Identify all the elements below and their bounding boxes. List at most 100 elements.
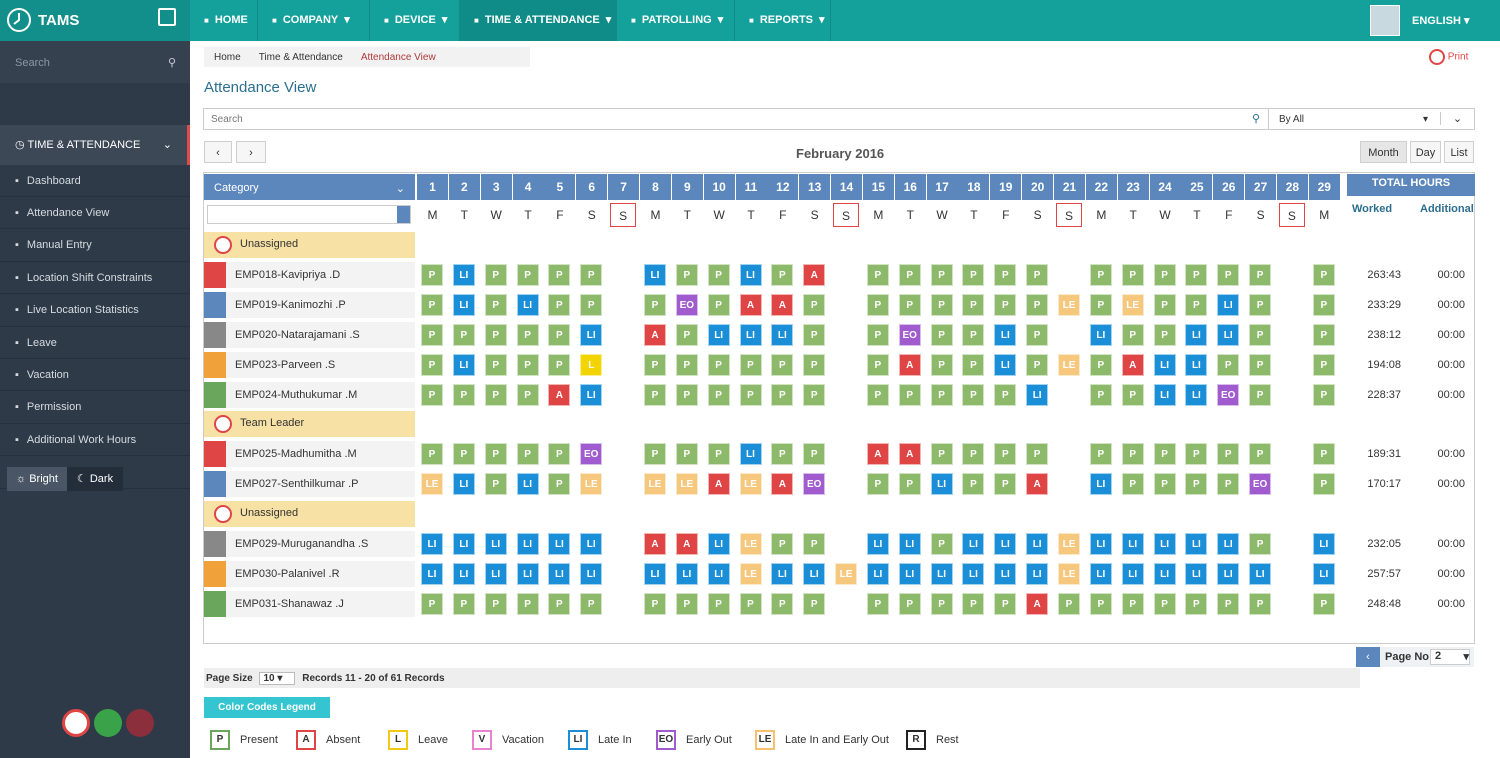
attendance-cell[interactable]: P bbox=[1312, 443, 1335, 466]
attendance-cell[interactable]: P bbox=[675, 383, 698, 406]
attendance-cell[interactable]: P bbox=[707, 353, 730, 376]
attendance-cell[interactable]: P bbox=[962, 473, 985, 496]
attendance-cell[interactable]: P bbox=[1249, 533, 1272, 555]
attendance-cell[interactable]: P bbox=[643, 353, 666, 376]
attendance-cell[interactable]: P bbox=[930, 592, 953, 615]
attendance-cell[interactable]: P bbox=[962, 443, 985, 466]
attendance-cell[interactable]: LI bbox=[484, 562, 507, 585]
attendance-cell[interactable]: EO bbox=[803, 473, 826, 496]
attendance-cell[interactable]: LI bbox=[452, 562, 475, 585]
attendance-cell[interactable]: P bbox=[994, 443, 1017, 466]
attendance-cell[interactable]: P bbox=[484, 473, 507, 496]
attendance-cell[interactable]: P bbox=[739, 353, 762, 376]
attendance-cell[interactable]: P bbox=[675, 323, 698, 346]
employee-row[interactable]: EMP019-Kanimozhi .P bbox=[204, 291, 415, 318]
attendance-cell[interactable]: P bbox=[1249, 263, 1272, 286]
attendance-cell[interactable]: LI bbox=[1153, 383, 1176, 406]
attendance-cell[interactable]: P bbox=[421, 443, 443, 466]
attendance-cell[interactable]: LI bbox=[1026, 533, 1049, 555]
attendance-cell[interactable]: LI bbox=[898, 533, 921, 555]
attendance-cell[interactable]: P bbox=[994, 293, 1017, 316]
attendance-cell[interactable]: P bbox=[643, 592, 666, 615]
attendance-cell[interactable]: P bbox=[803, 293, 826, 316]
attendance-cell[interactable]: P bbox=[739, 383, 762, 406]
attendance-cell[interactable]: P bbox=[1153, 263, 1176, 286]
breadcrumb-time-attendance[interactable]: Time & Attendance bbox=[259, 52, 343, 63]
attendance-cell[interactable]: LI bbox=[1026, 383, 1049, 406]
employee-row[interactable]: EMP030-Palanivel .R bbox=[204, 560, 415, 587]
attendance-cell[interactable]: P bbox=[898, 383, 921, 406]
attendance-cell[interactable]: LI bbox=[1312, 562, 1335, 585]
attendance-cell[interactable]: LI bbox=[580, 533, 603, 555]
attendance-cell[interactable]: P bbox=[1217, 473, 1240, 496]
attendance-cell[interactable]: P bbox=[1121, 383, 1144, 406]
attendance-cell[interactable]: P bbox=[930, 293, 953, 316]
brand[interactable]: TAMS bbox=[0, 0, 190, 41]
nav-time-attendance[interactable]: ■ TIME & ATTENDANCE ▾ bbox=[460, 0, 617, 41]
sidebar-item-dashboard[interactable]: ▪ Dashboard bbox=[0, 165, 190, 197]
attendance-cell[interactable]: LI bbox=[1153, 533, 1176, 555]
attendance-cell[interactable]: P bbox=[962, 263, 985, 286]
attendance-cell[interactable]: P bbox=[962, 592, 985, 615]
attendance-cell[interactable]: P bbox=[1121, 443, 1144, 466]
attendance-cell[interactable]: LI bbox=[452, 533, 475, 555]
attendance-cell[interactable]: LE bbox=[1058, 533, 1080, 555]
attendance-cell[interactable]: LI bbox=[994, 323, 1017, 346]
attendance-cell[interactable]: P bbox=[1026, 323, 1049, 346]
sidebar-item-permission[interactable]: ▪ Permission bbox=[0, 392, 190, 424]
attendance-cell[interactable]: P bbox=[675, 263, 698, 286]
attendance-cell[interactable]: LI bbox=[421, 562, 443, 585]
menu-toggle-icon[interactable] bbox=[158, 8, 176, 26]
attendance-cell[interactable]: LI bbox=[643, 263, 666, 286]
attendance-cell[interactable]: P bbox=[930, 263, 953, 286]
attendance-cell[interactable]: A bbox=[803, 263, 826, 286]
attendance-cell[interactable]: A bbox=[1121, 353, 1144, 376]
sidebar-item-additional-work-hours[interactable]: ▪ Additional Work Hours bbox=[0, 424, 190, 457]
nav-reports[interactable]: ■ REPORTS ▾ bbox=[735, 0, 831, 41]
sidebar-item-vacation[interactable]: ▪ Vacation bbox=[0, 359, 190, 392]
next-button[interactable]: › bbox=[236, 141, 266, 163]
attendance-cell[interactable]: LI bbox=[930, 473, 953, 496]
attendance-cell[interactable]: A bbox=[739, 293, 762, 316]
attendance-cell[interactable]: P bbox=[1185, 592, 1208, 615]
nav-device[interactable]: ■ DEVICE ▾ bbox=[370, 0, 460, 41]
sidebar-item-location-shift-constraints[interactable]: ▪ Location Shift Constraints bbox=[0, 262, 190, 295]
attendance-cell[interactable]: P bbox=[675, 353, 698, 376]
attendance-cell[interactable]: LI bbox=[1121, 562, 1144, 585]
attendance-cell[interactable]: P bbox=[1026, 293, 1049, 316]
attendance-cell[interactable]: LE bbox=[739, 562, 762, 585]
attendance-cell[interactable]: LI bbox=[580, 323, 603, 346]
attendance-cell[interactable]: LI bbox=[1089, 323, 1112, 346]
employee-row[interactable]: EMP018-Kavipriya .D bbox=[204, 261, 415, 288]
attendance-cell[interactable]: LI bbox=[643, 562, 666, 585]
attendance-cell[interactable]: EO bbox=[580, 443, 603, 466]
attendance-cell[interactable]: LI bbox=[707, 323, 730, 346]
attendance-cell[interactable]: LI bbox=[962, 533, 985, 555]
sidebar-item-leave[interactable]: ▪ Leave bbox=[0, 327, 190, 359]
attendance-cell[interactable]: LI bbox=[707, 533, 730, 555]
attendance-cell[interactable]: A bbox=[898, 353, 921, 376]
attendance-cell[interactable]: LI bbox=[516, 562, 539, 585]
attendance-cell[interactable]: LI bbox=[707, 562, 730, 585]
attendance-cell[interactable]: P bbox=[898, 293, 921, 316]
attendance-cell[interactable]: P bbox=[866, 293, 889, 316]
attendance-cell[interactable]: P bbox=[866, 353, 889, 376]
attendance-cell[interactable]: P bbox=[484, 263, 507, 286]
attendance-cell[interactable]: LI bbox=[739, 443, 762, 466]
attendance-cell[interactable]: EO bbox=[898, 323, 921, 346]
employee-row[interactable]: EMP024-Muthukumar .M bbox=[204, 381, 415, 408]
attendance-cell[interactable]: P bbox=[866, 323, 889, 346]
attendance-cell[interactable]: LE bbox=[739, 473, 762, 496]
attendance-cell[interactable]: P bbox=[1249, 443, 1272, 466]
attendance-cell[interactable]: LI bbox=[739, 323, 762, 346]
attendance-cell[interactable]: LI bbox=[516, 533, 539, 555]
attendance-cell[interactable]: LI bbox=[1185, 383, 1208, 406]
compass-icon[interactable] bbox=[62, 709, 90, 737]
attendance-cell[interactable]: LE bbox=[1121, 293, 1144, 316]
attendance-cell[interactable]: P bbox=[1089, 353, 1112, 376]
attendance-cell[interactable]: P bbox=[930, 443, 953, 466]
attendance-cell[interactable]: LI bbox=[898, 562, 921, 585]
attendance-cell[interactable]: A bbox=[643, 533, 666, 555]
attendance-cell[interactable]: P bbox=[643, 443, 666, 466]
attendance-cell[interactable]: A bbox=[771, 473, 794, 496]
